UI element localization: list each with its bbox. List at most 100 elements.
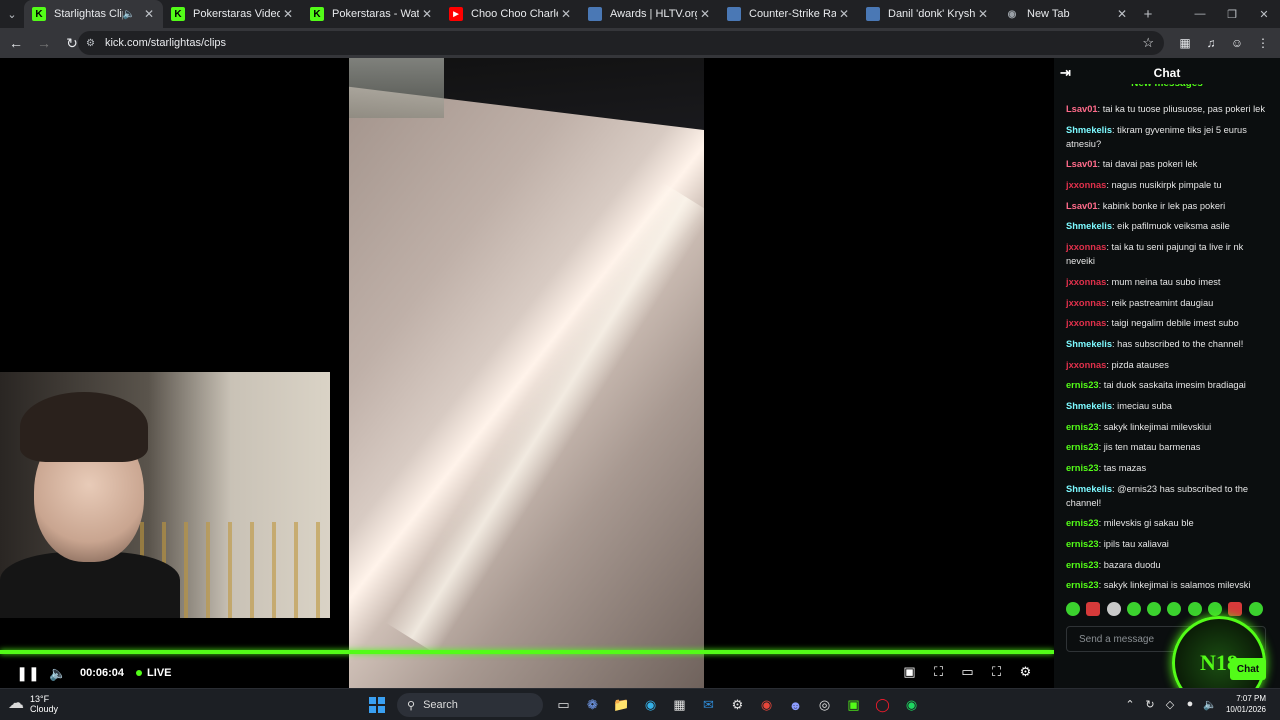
chat-username[interactable]: ernis23 — [1066, 442, 1099, 452]
taskbar-search[interactable]: ⚲ Search — [397, 693, 543, 717]
edge-icon[interactable]: ◉ — [636, 693, 665, 717]
chat-username[interactable]: ernis23 — [1066, 518, 1099, 528]
wifi-icon[interactable]: ◇ — [1160, 698, 1180, 711]
restore-icon[interactable]: ❐ — [1216, 0, 1248, 28]
browser-tab[interactable]: K Starlightas Clips - Wa🔈 ✕ — [24, 0, 163, 28]
menu-kebab-icon[interactable]: ⋮ — [1250, 31, 1276, 55]
emote-frog-icon[interactable] — [1126, 602, 1141, 616]
emote-face-icon[interactable] — [1228, 602, 1243, 616]
close-tab-icon[interactable]: ✕ — [1114, 7, 1130, 21]
extensions-icon[interactable]: ▦ — [1172, 31, 1198, 55]
emote-frog-icon[interactable] — [1187, 602, 1202, 616]
live-dot-icon — [136, 670, 143, 676]
chat-username[interactable]: Shmekelis — [1066, 125, 1112, 135]
microphone-icon[interactable]: ● — [1180, 698, 1200, 710]
emote-frog-icon[interactable] — [1248, 602, 1263, 616]
discord-icon[interactable]: ☻ — [781, 693, 810, 717]
video-player[interactable] — [0, 58, 1054, 688]
address-bar[interactable]: ⚙ kick.com/starlightas/clips ☆ — [78, 31, 1164, 55]
minimize-icon[interactable]: — — [1184, 0, 1216, 28]
collapse-chat-icon[interactable]: ⇥ — [1060, 65, 1071, 81]
chat-username[interactable]: ernis23 — [1066, 580, 1099, 590]
back-arrow-icon[interactable]: ← — [4, 31, 28, 55]
chat-username[interactable]: Shmekelis — [1066, 401, 1112, 411]
chat-username[interactable]: Lsav01 — [1066, 159, 1098, 169]
chat-username[interactable]: Shmekelis — [1066, 484, 1112, 494]
theater-mode-icon[interactable]: ▭ — [953, 660, 982, 684]
settings-gear-icon[interactable]: ⚙ — [1011, 660, 1040, 684]
browser-tab[interactable]: K Pokerstaras Videos - Wat✕ — [163, 0, 302, 28]
opera-icon[interactable]: ◯ — [868, 693, 897, 717]
browser-tab[interactable]: Danil 'donk' Kryshkovets✕ — [858, 0, 997, 28]
bookmark-star-icon[interactable]: ☆ — [1142, 35, 1154, 51]
chat-username[interactable]: jxxonnas — [1066, 298, 1106, 308]
emote-red-icon[interactable] — [1086, 602, 1101, 616]
chat-username[interactable]: jxxonnas — [1066, 242, 1106, 252]
browser-tab[interactable]: Awards | HLTV.org ✕ — [580, 0, 719, 28]
kick-app-icon[interactable]: ▣ — [839, 693, 868, 717]
url-text[interactable]: kick.com/starlightas/clips — [105, 37, 226, 49]
emote-frog-icon[interactable] — [1147, 602, 1162, 616]
tray-chevron-icon[interactable]: ⌃ — [1120, 698, 1140, 711]
close-tab-icon[interactable]: ✕ — [975, 7, 991, 21]
weather-widget[interactable]: ☁ 13°F Cloudy — [8, 694, 58, 714]
task-view-icon[interactable]: ▭ — [549, 693, 578, 717]
profile-icon[interactable]: ☺ — [1224, 31, 1250, 55]
chat-username[interactable]: Lsav01 — [1066, 201, 1098, 211]
close-tab-icon[interactable]: ✕ — [141, 7, 157, 21]
app-icon[interactable]: ◎ — [810, 693, 839, 717]
close-tab-icon[interactable]: ✕ — [836, 7, 852, 21]
chat-button[interactable]: Chat — [1230, 658, 1266, 680]
speaker-icon[interactable]: 🔈 — [1200, 698, 1220, 711]
store-icon[interactable]: ▦ — [665, 693, 694, 717]
chat-username[interactable]: Shmekelis — [1066, 339, 1112, 349]
emote-frog-icon[interactable] — [1208, 602, 1223, 616]
browser-tab[interactable]: ▶ Choo Choo Charles | KILL✕ — [441, 0, 580, 28]
copilot-icon[interactable]: ❁ — [578, 693, 607, 717]
chat-username[interactable]: jxxonnas — [1066, 277, 1106, 287]
close-tab-icon[interactable]: ✕ — [697, 7, 713, 21]
chat-username[interactable]: ernis23 — [1066, 380, 1099, 390]
chat-username[interactable]: jxxonnas — [1066, 360, 1106, 370]
close-tab-icon[interactable]: ✕ — [558, 7, 574, 21]
pause-icon[interactable]: ❚❚ — [14, 661, 42, 685]
site-info-icon[interactable]: ⚙ — [86, 38, 95, 49]
chat-username[interactable]: jxxonnas — [1066, 318, 1106, 328]
outlook-icon[interactable]: ✉ — [694, 693, 723, 717]
volume-icon[interactable]: 🔈 — [44, 661, 72, 685]
chat-username[interactable]: Lsav01 — [1066, 104, 1098, 114]
browser-tab[interactable]: K Pokerstaras - Watch the V✕ — [302, 0, 441, 28]
video-frame[interactable] — [349, 58, 704, 688]
pip-icon[interactable]: ▣ — [895, 660, 924, 684]
tab-search-chevron-icon[interactable]: ⌄ — [0, 0, 24, 28]
chat-username[interactable]: ernis23 — [1066, 539, 1099, 549]
emote-skull-icon[interactable] — [1106, 602, 1121, 616]
close-tab-icon[interactable]: ✕ — [419, 7, 435, 21]
emote-frog-icon[interactable] — [1167, 602, 1182, 616]
progress-bar[interactable] — [0, 650, 1054, 654]
browser-tab[interactable]: Counter-Strike Ranking |✕ — [719, 0, 858, 28]
chat-username[interactable]: Shmekelis — [1066, 221, 1112, 231]
forward-arrow-icon[interactable]: → — [32, 31, 56, 55]
spotify-icon[interactable]: ◉ — [897, 693, 926, 717]
new-tab-button[interactable]: + — [1136, 6, 1160, 23]
emote-frog-icon[interactable] — [1066, 602, 1080, 616]
chat-username[interactable]: ernis23 — [1066, 422, 1099, 432]
steam-icon[interactable]: ⚙ — [723, 693, 752, 717]
clip-icon[interactable]: ⛶ — [924, 660, 953, 684]
chat-username[interactable]: ernis23 — [1066, 560, 1099, 570]
file-explorer-icon[interactable]: 📁 — [607, 693, 636, 717]
browser-tab[interactable]: ◉ New Tab ✕ — [997, 0, 1136, 28]
close-tab-icon[interactable]: ✕ — [280, 7, 296, 21]
chat-username[interactable]: ernis23 — [1066, 463, 1099, 473]
chrome-icon[interactable]: ◉ — [752, 693, 781, 717]
chat-username[interactable]: jxxonnas — [1066, 180, 1106, 190]
close-window-icon[interactable]: ✕ — [1248, 0, 1280, 28]
tray-sync-icon[interactable]: ↻ — [1140, 698, 1160, 711]
fullscreen-icon[interactable]: ⛶ — [982, 660, 1011, 684]
media-control-icon[interactable]: ♫ — [1198, 31, 1224, 55]
tab-audio-icon[interactable]: 🔈 — [123, 9, 135, 20]
new-messages-banner[interactable]: New messages — [1054, 84, 1280, 92]
system-clock[interactable]: 7:07 PM 10/01/2026 — [1226, 693, 1266, 715]
windows-start-icon[interactable] — [362, 693, 391, 717]
